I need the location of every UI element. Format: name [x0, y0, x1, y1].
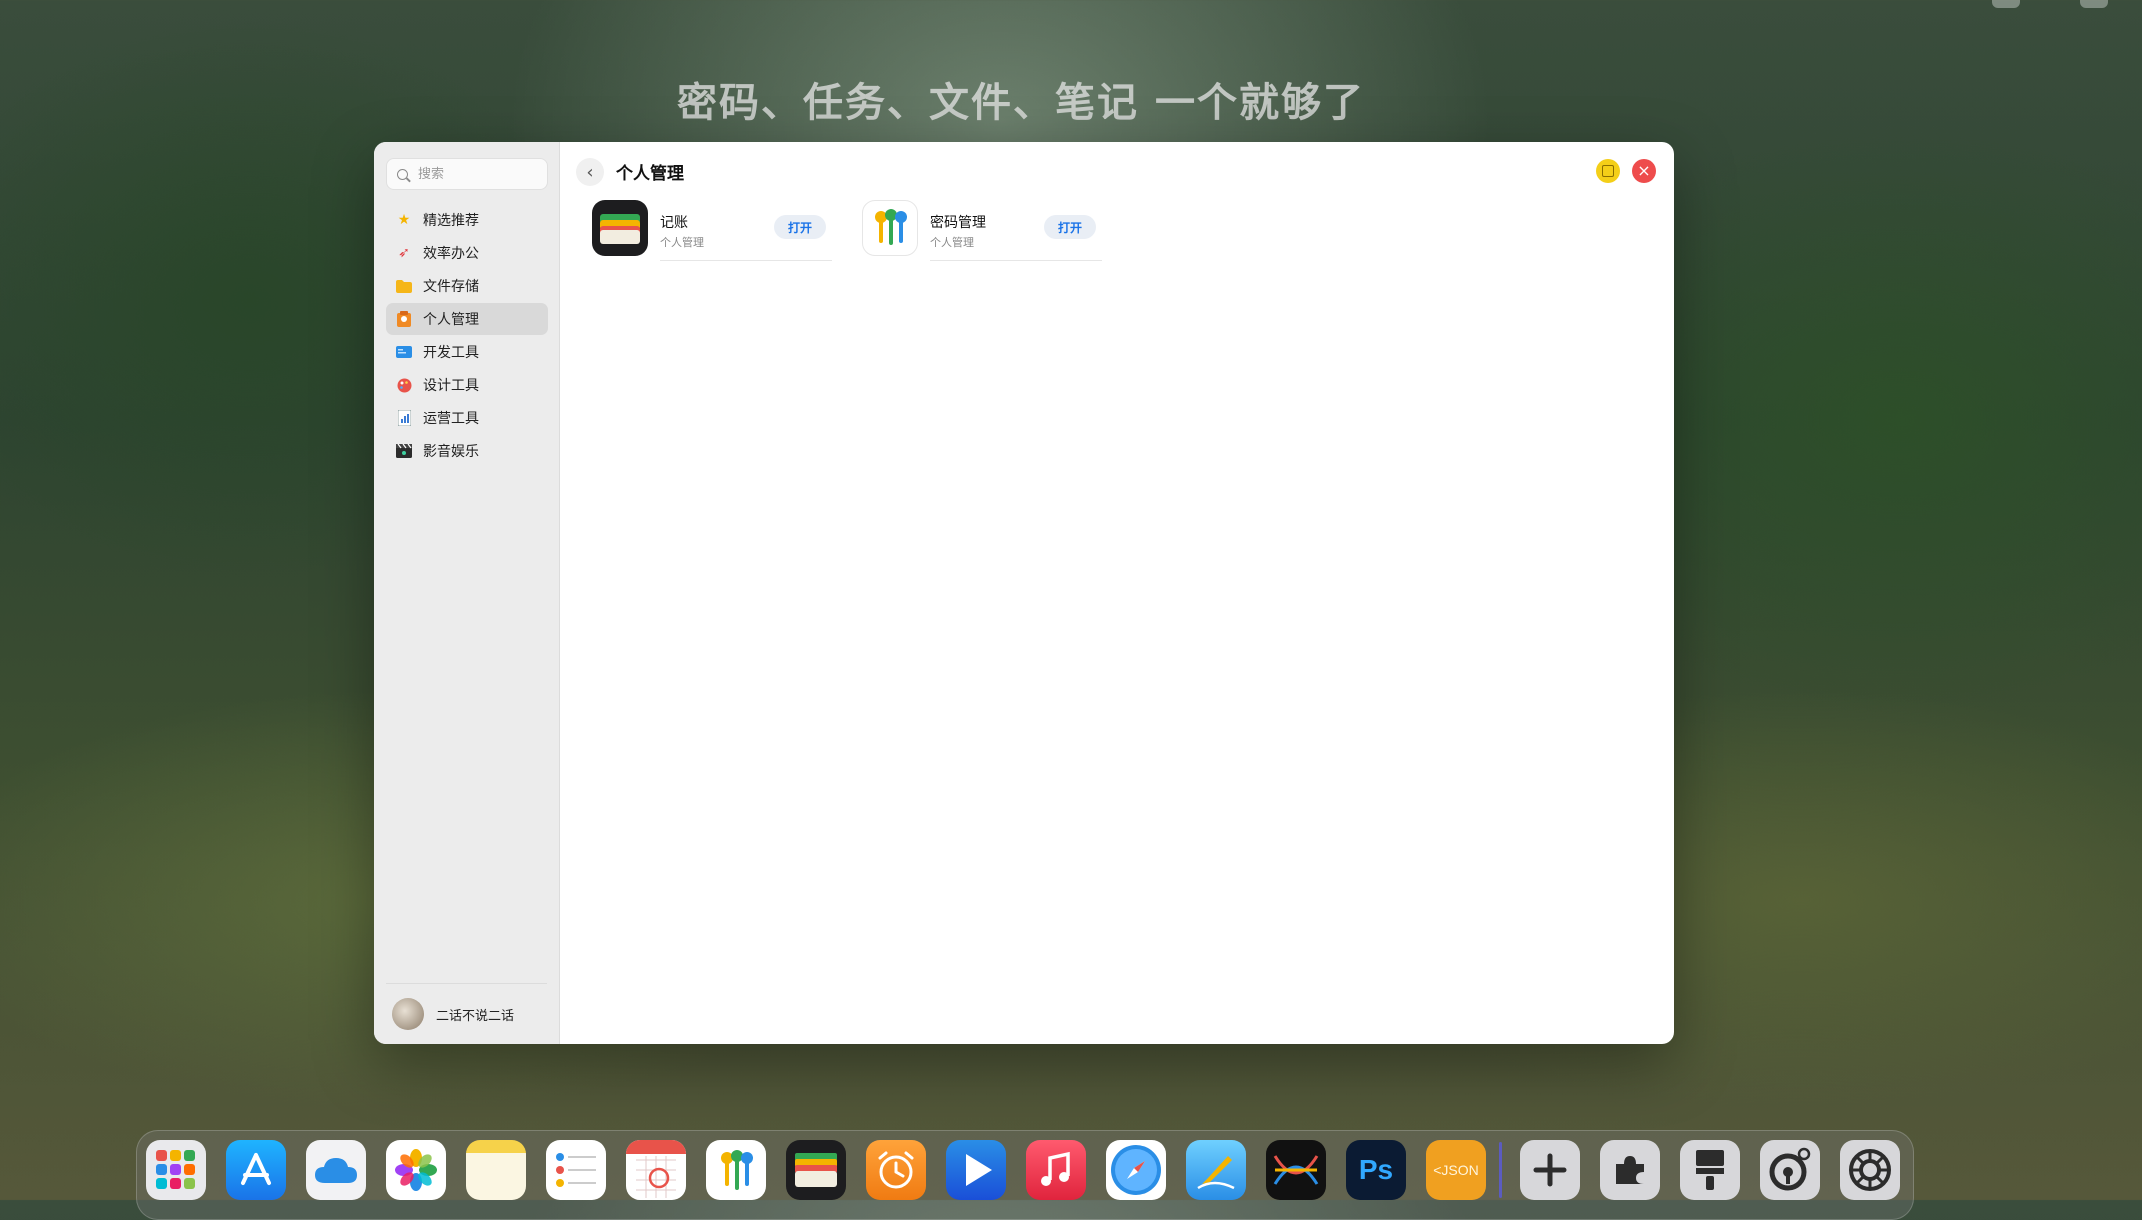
- avatar: [392, 998, 424, 1030]
- divider: [930, 260, 1102, 261]
- report-icon: [396, 410, 412, 426]
- search-box[interactable]: [386, 158, 548, 190]
- passwords-icon[interactable]: [706, 1140, 766, 1200]
- menu-bar-icon[interactable]: [2080, 0, 2108, 8]
- sidebar-item-featured[interactable]: ★ 精选推荐: [386, 204, 548, 236]
- sidebar-item-design[interactable]: 设计工具: [386, 369, 548, 401]
- minimize-icon: [1602, 165, 1614, 177]
- palette-icon: [396, 377, 412, 393]
- search-icon: [397, 168, 408, 180]
- page-title: 个人管理: [616, 164, 684, 184]
- freeform-icon[interactable]: [1186, 1140, 1246, 1200]
- music-icon[interactable]: [1026, 1140, 1086, 1200]
- star-icon: ★: [397, 212, 411, 228]
- sidebar-item-developer[interactable]: 开发工具: [386, 336, 548, 368]
- dev-tool-icon[interactable]: [1266, 1140, 1326, 1200]
- minimize-button[interactable]: [1596, 159, 1620, 183]
- open-button[interactable]: 打开: [774, 215, 826, 239]
- app-name: 记账: [660, 215, 688, 231]
- sidebar-item-label: 开发工具: [423, 345, 479, 361]
- folder-icon: [396, 278, 412, 294]
- sidebar-item-label: 效率办公: [423, 246, 479, 262]
- app-category: 个人管理: [930, 236, 974, 249]
- brush-icon[interactable]: [1680, 1140, 1740, 1200]
- photoshop-label: Ps: [1358, 1154, 1394, 1185]
- add-icon[interactable]: [1520, 1140, 1580, 1200]
- app-store-window: ★ 精选推荐 ➶ 效率办公 文件存储 个人管理: [374, 142, 1674, 1044]
- keys-icon: [862, 200, 918, 256]
- sidebar-item-media[interactable]: 影音娱乐: [386, 435, 548, 467]
- app-store-icon[interactable]: [226, 1140, 286, 1200]
- search-input[interactable]: [416, 165, 540, 183]
- sidebar-item-label: 精选推荐: [423, 213, 479, 229]
- divider: [660, 260, 832, 261]
- developer-icon: [396, 344, 412, 360]
- close-icon: ×: [1637, 161, 1651, 180]
- sidebar-item-label: 个人管理: [423, 312, 479, 328]
- calendar-icon[interactable]: [626, 1140, 686, 1200]
- sidebar-item-label: 运营工具: [423, 411, 479, 427]
- safari-icon[interactable]: [1106, 1140, 1166, 1200]
- wallet-icon: [592, 200, 648, 256]
- sidebar-item-productivity[interactable]: ➶ 效率办公: [386, 237, 548, 269]
- video-icon[interactable]: [946, 1140, 1006, 1200]
- clapper-icon: [396, 443, 412, 459]
- sidebar-item-label: 设计工具: [423, 378, 479, 394]
- menu-bar-icon[interactable]: [1992, 0, 2020, 8]
- user-name: 二话不说二话: [436, 1008, 515, 1024]
- sidebar-item-operations[interactable]: 运营工具: [386, 402, 548, 434]
- json-icon[interactable]: <JSON: [1426, 1140, 1486, 1200]
- notes-icon[interactable]: [466, 1140, 526, 1200]
- launchpad-icon[interactable]: [146, 1140, 206, 1200]
- clock-icon[interactable]: [866, 1140, 926, 1200]
- sidebar-menu: ★ 精选推荐 ➶ 效率办公 文件存储 个人管理 开发工具 设计工具 运营工具 影…: [386, 204, 548, 468]
- main-content: ‹ 个人管理 × 记账 个人管理 打开 密码管理 个人管理 打开: [560, 142, 1674, 1044]
- sidebar-item-label: 文件存储: [423, 279, 479, 295]
- headline: 密码、任务、文件、笔记 一个就够了: [677, 80, 1365, 126]
- rocket-icon: ➶: [398, 245, 410, 261]
- reminders-icon[interactable]: [546, 1140, 606, 1200]
- app-card-accounting[interactable]: 记账 个人管理 打开: [592, 200, 832, 261]
- app-name: 密码管理: [930, 215, 986, 231]
- user-profile[interactable]: 二话不说二话: [386, 983, 547, 1044]
- sidebar: ★ 精选推荐 ➶ 效率办公 文件存储 个人管理: [374, 142, 560, 1044]
- close-button[interactable]: ×: [1632, 159, 1656, 183]
- json-label: <JSON: [1433, 1162, 1479, 1178]
- settings-icon[interactable]: [1760, 1140, 1820, 1200]
- sidebar-item-file-storage[interactable]: 文件存储: [386, 270, 548, 302]
- app-card-passwords[interactable]: 密码管理 个人管理 打开: [862, 200, 1102, 261]
- photoshop-icon[interactable]: Ps: [1346, 1140, 1406, 1200]
- sidebar-item-label: 影音娱乐: [423, 444, 479, 460]
- person-icon: [396, 311, 412, 327]
- wallet-icon[interactable]: [786, 1140, 846, 1200]
- extensions-icon[interactable]: [1600, 1140, 1660, 1200]
- icloud-icon[interactable]: [306, 1140, 366, 1200]
- dock-separator: [1499, 1142, 1502, 1198]
- back-button[interactable]: ‹: [576, 158, 604, 186]
- system-icon[interactable]: [1840, 1140, 1900, 1200]
- app-category: 个人管理: [660, 236, 704, 249]
- sidebar-item-personal[interactable]: 个人管理: [386, 303, 548, 335]
- photos-icon[interactable]: [386, 1140, 446, 1200]
- chevron-left-icon: ‹: [586, 161, 594, 183]
- open-button[interactable]: 打开: [1044, 215, 1096, 239]
